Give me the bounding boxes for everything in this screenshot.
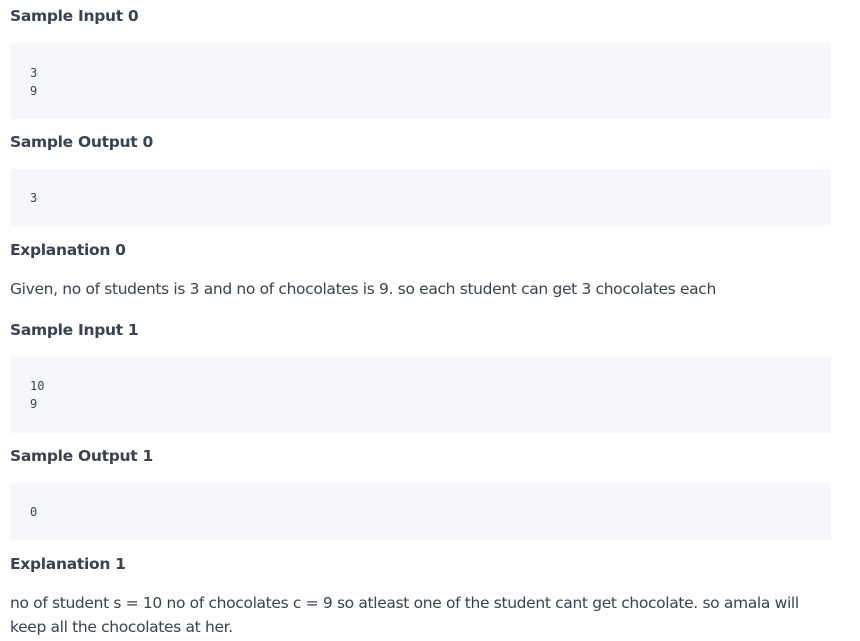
sample-input-1-heading: Sample Input 1 (10, 321, 139, 339)
code-line: 3 (30, 66, 38, 80)
explanation-1-heading: Explanation 1 (10, 555, 126, 573)
sample-output-0-heading: Sample Output 0 (10, 133, 153, 151)
sample-input-0-code: 3 9 (10, 43, 831, 119)
sample-output-1-heading: Sample Output 1 (10, 447, 153, 465)
sample-input-1-code: 10 9 (10, 357, 831, 433)
code-line: 0 (30, 505, 38, 519)
sample-input-0-heading: Sample Input 0 (10, 7, 139, 25)
sample-output-1-code: 0 (10, 483, 831, 540)
sample-output-0-code: 3 (10, 169, 831, 226)
explanation-1-text: no of student s = 10 no of chocolates c … (10, 594, 799, 636)
explanation-0-text: Given, no of students is 3 and no of cho… (10, 280, 716, 298)
explanation-0-heading: Explanation 0 (10, 241, 126, 259)
code-line: 10 (30, 379, 45, 393)
code-line: 9 (30, 397, 38, 411)
code-line: 3 (30, 191, 38, 205)
code-line: 9 (30, 84, 38, 98)
